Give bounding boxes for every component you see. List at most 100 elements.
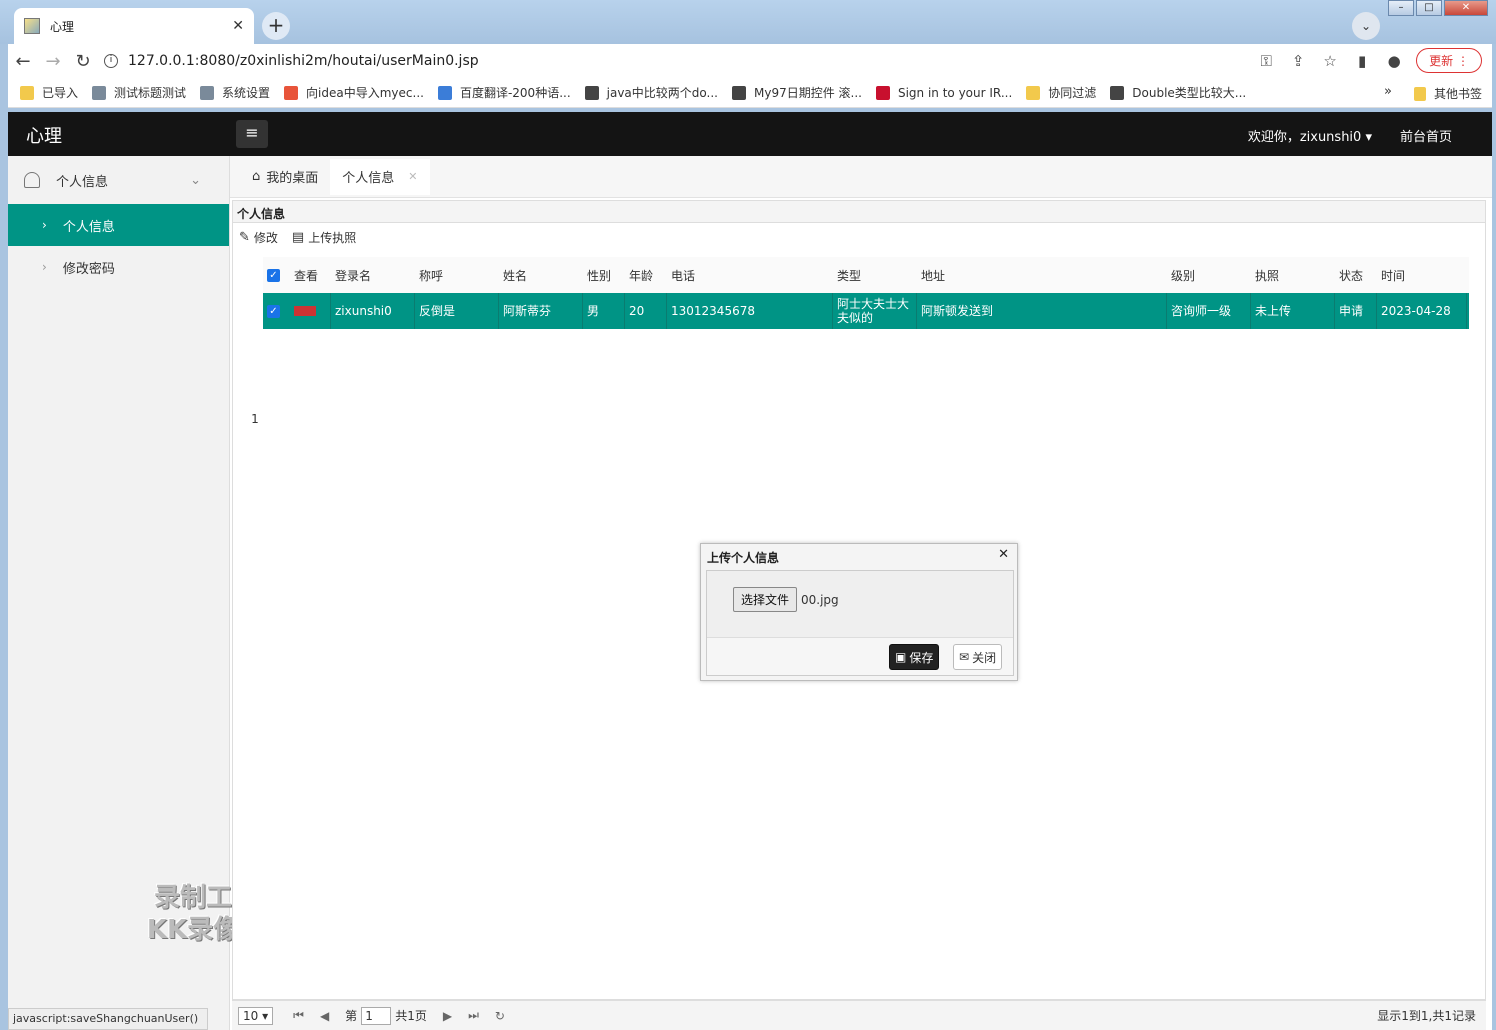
column-header[interactable]: 执照 <box>1251 267 1335 284</box>
first-page-icon[interactable]: ⏮ <box>293 1008 304 1023</box>
cell-value: 男 <box>587 304 600 318</box>
view-button[interactable] <box>294 306 316 316</box>
close-tab-icon[interactable]: ✕ <box>408 170 417 183</box>
page-size-select[interactable]: 10 ▾ <box>238 1006 274 1025</box>
browser-tab[interactable]: 心理 ✕ <box>14 8 254 44</box>
side-panel-icon[interactable]: ▮ <box>1346 52 1378 70</box>
table-cell: 阿士大夫士大夫似的 <box>833 293 917 329</box>
column-header-label: 查看 <box>294 268 319 283</box>
column-header[interactable]: 状态 <box>1335 267 1377 284</box>
bookmark-item[interactable]: Sign in to your IR... <box>875 85 1012 100</box>
column-header[interactable]: 电话 <box>667 267 833 284</box>
last-page-icon[interactable]: ⏭ <box>468 1008 479 1023</box>
page-number-input[interactable]: 1 <box>361 1006 392 1025</box>
save-button[interactable]: ▣ 保存 <box>889 644 940 670</box>
back-icon[interactable]: ← <box>8 51 38 72</box>
chevron-right-icon: › <box>42 218 47 232</box>
url-text: 127.0.0.1:8080/z0xinlishi2m/houtai/userM… <box>128 53 479 69</box>
refresh-icon[interactable]: ↻ <box>495 1009 505 1023</box>
column-header-label: 地址 <box>921 268 946 283</box>
column-header[interactable]: 类型 <box>833 267 917 284</box>
page-tabs: ⌂ 我的桌面 个人信息 ✕ <box>230 156 1492 198</box>
tab-label: 个人信息 <box>342 171 395 186</box>
column-header[interactable]: 姓名 <box>499 267 583 284</box>
close-button[interactable]: ✉ 关闭 <box>953 644 1003 670</box>
bookmarks-bar: 已导入 测试标题测试 系统设置 向idea中导入myec... 百度翻译-200种语..… <box>8 78 1492 108</box>
column-header-label: 执照 <box>1255 268 1280 283</box>
front-page-link[interactable]: 前台首页 <box>1400 126 1452 145</box>
selected-file-name: 00.jpg <box>801 592 839 607</box>
bookmark-item[interactable]: My97日期控件 滚... <box>731 84 862 101</box>
site-info-icon[interactable]: i <box>104 54 118 68</box>
sidebar-item-change-password[interactable]: › 修改密码 <box>8 246 229 288</box>
minimize-button[interactable]: – <box>1388 0 1414 16</box>
column-header[interactable]: 登录名 <box>331 267 415 284</box>
reload-icon[interactable]: ↻ <box>68 51 98 72</box>
toolbar: ✎ 修改 ▤ 上传执照 <box>233 223 1485 251</box>
next-page-icon[interactable]: ▶ <box>443 1009 452 1023</box>
sidebar-item-label: 修改密码 <box>62 261 115 277</box>
sidebar-group-personal[interactable]: 个人信息 ⌄ <box>8 156 229 204</box>
tab-profile[interactable]: 个人信息 ✕ <box>330 158 430 195</box>
chevron-down-icon: ⌄ <box>190 172 201 188</box>
bookmark-icon <box>437 85 452 100</box>
cell-value: 2023-04-28 <box>1381 304 1451 318</box>
row-checkbox[interactable]: ✓ <box>267 304 280 318</box>
share-icon[interactable]: ⇪ <box>1282 52 1314 70</box>
maximize-button[interactable]: □ <box>1416 0 1442 16</box>
bookmark-icon <box>1110 85 1125 100</box>
edit-button[interactable]: ✎ 修改 <box>239 229 278 246</box>
bookmark-label: 百度翻译-200种语... <box>459 86 571 100</box>
table-row[interactable]: ✓ zixunshi0 反倒是 阿斯蒂芬 男 20 13012345678 阿士大夫士大夫似的… <box>263 293 1469 329</box>
profile-icon[interactable]: ● <box>1378 52 1410 70</box>
column-header[interactable]: 时间 <box>1377 267 1467 284</box>
menu-toggle-button[interactable]: ≡ <box>236 120 268 148</box>
bookmark-item[interactable]: 系统设置 <box>200 84 270 101</box>
column-header[interactable]: ✓ 查看 <box>263 267 331 284</box>
bookmarks-more-button[interactable]: » <box>1384 84 1392 99</box>
bookmark-item[interactable]: 已导入 <box>20 84 78 101</box>
tab-desktop[interactable]: ⌂ 我的桌面 <box>240 159 330 195</box>
chevron-right-icon: › <box>42 260 47 274</box>
bookmark-label: java中比较两个do... <box>606 86 718 100</box>
choose-file-button[interactable]: 选择文件 <box>733 587 798 612</box>
bookmark-label: Double类型比较大... <box>1132 86 1247 100</box>
column-header[interactable]: 年龄 <box>625 267 667 284</box>
table-cell: 反倒是 <box>415 293 499 329</box>
update-button[interactable]: 更新 ⋮ <box>1416 48 1482 73</box>
column-header[interactable]: 地址 <box>917 267 1167 284</box>
bookmark-label: 测试标题测试 <box>114 86 187 100</box>
key-icon[interactable]: ⚿ <box>1250 52 1282 70</box>
bookmark-item[interactable]: java中比较两个do... <box>584 84 718 101</box>
new-tab-button[interactable]: + <box>262 12 290 40</box>
favicon-icon <box>24 18 40 34</box>
close-icon[interactable]: ✕ <box>998 547 1009 562</box>
column-header[interactable]: 称呼 <box>415 267 499 284</box>
select-all-checkbox[interactable]: ✓ <box>267 268 280 282</box>
cell-value: zixunshi0 <box>335 304 392 318</box>
column-header-label: 时间 <box>1381 268 1406 283</box>
upload-license-button[interactable]: ▤ 上传执照 <box>292 229 356 246</box>
bookmark-item[interactable]: Double类型比较大... <box>1110 84 1246 101</box>
column-header[interactable]: 级别 <box>1167 267 1251 284</box>
bookmark-item[interactable]: 向idea中导入myec... <box>284 84 424 101</box>
column-header-label: 电话 <box>671 268 696 283</box>
column-header-label: 称呼 <box>419 268 444 283</box>
tab-search-button[interactable]: ⌄ <box>1352 12 1380 40</box>
other-bookmarks[interactable]: 其他书签 <box>1413 85 1482 102</box>
prev-page-icon[interactable]: ◀ <box>320 1009 329 1023</box>
star-icon[interactable]: ☆ <box>1314 52 1346 70</box>
sidebar-group-label: 个人信息 <box>56 174 109 190</box>
url-field[interactable]: i 127.0.0.1:8080/z0xinlishi2m/houtai/use… <box>104 53 479 69</box>
bookmark-item[interactable]: 测试标题测试 <box>92 84 186 101</box>
close-window-button[interactable]: ✕ <box>1444 0 1488 16</box>
column-header[interactable]: 性别 <box>583 267 625 284</box>
bookmark-item[interactable]: 协同过滤 <box>1026 84 1096 101</box>
forward-icon[interactable]: → <box>38 51 68 72</box>
table-cell: 20 <box>625 293 667 329</box>
close-tab-icon[interactable]: ✕ <box>232 18 244 34</box>
bookmark-item[interactable]: 百度翻译-200种语... <box>437 84 571 101</box>
sidebar-item-profile[interactable]: › 个人信息 <box>8 204 229 246</box>
cell-value: 阿斯蒂芬 <box>503 304 552 318</box>
user-menu[interactable]: 欢迎你，zixunshi0 ▾ <box>1248 126 1372 145</box>
